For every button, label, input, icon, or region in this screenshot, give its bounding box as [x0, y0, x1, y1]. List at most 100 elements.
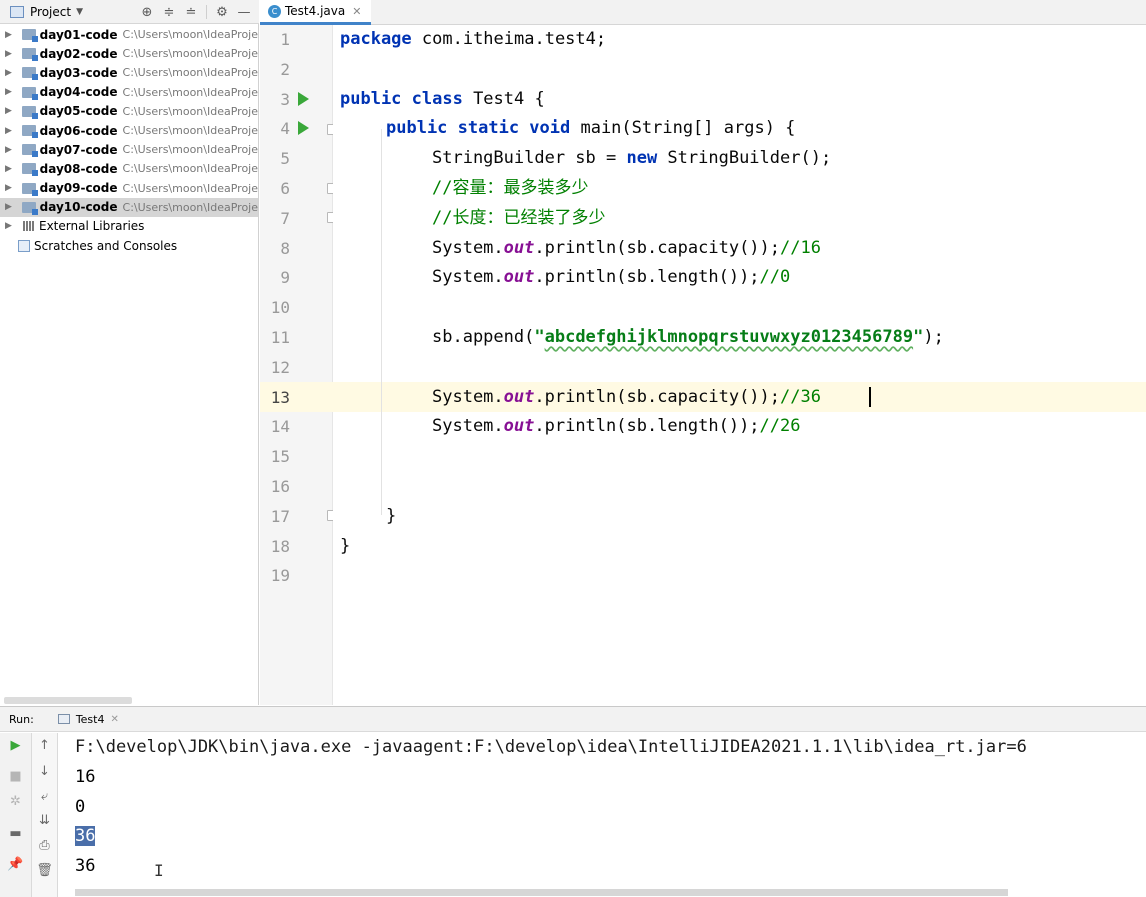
chevron-right-icon[interactable]: ▶: [5, 202, 17, 212]
tree-item-module[interactable]: ▶ day10-code C:\Users\moon\IdeaProje: [0, 197, 258, 217]
tree-item-label: External Libraries: [39, 219, 145, 234]
code-line-1: package com.itheima.test4;: [340, 25, 606, 55]
pin-icon[interactable]: 📌: [0, 854, 31, 876]
module-folder-icon: [21, 105, 38, 119]
layout-icon[interactable]: ▬: [0, 823, 31, 845]
keyword: public class: [340, 88, 463, 109]
run-main-icon[interactable]: [298, 121, 309, 135]
run-class-icon[interactable]: [298, 92, 309, 106]
project-title: Project: [30, 4, 72, 19]
line-number: 18: [270, 536, 290, 556]
module-path: C:\Users\moon\IdeaProje: [122, 181, 258, 195]
stop-icon[interactable]: ■: [0, 766, 31, 788]
code-line-4: public static void main(String[] args) {: [386, 114, 795, 144]
module-folder-icon: [21, 29, 38, 43]
editor-gutter: 1 2 3 4 5 6 7 8 9 10 11 12 13 14 15 16 17 18 19: [260, 25, 338, 705]
project-icon: [10, 5, 24, 18]
debug-icon[interactable]: ✲: [0, 791, 31, 813]
chevron-right-icon[interactable]: ▶: [5, 30, 17, 40]
line-number: 16: [270, 477, 290, 496]
project-toolbar-actions: ⊕ ≑ ≐ ⚙ —: [136, 0, 255, 24]
line-number: 19: [270, 566, 290, 586]
code-line-3: public class Test4 {: [340, 85, 545, 115]
string-literal: abcdefghijklmnopqrstuvwxyz0123456789: [544, 327, 914, 347]
tab-label: Test4.java: [285, 4, 346, 18]
tree-item-external-libraries[interactable]: ▶ External Libraries: [0, 217, 258, 236]
chevron-right-icon[interactable]: ▶: [5, 164, 17, 174]
down-arrow-icon[interactable]: ↓: [32, 761, 57, 783]
chevron-right-icon[interactable]: ▶: [5, 49, 17, 59]
run-panel-header: Run: Test4 ✕: [0, 706, 1146, 732]
module-name: day09-code: [39, 181, 118, 196]
print-icon[interactable]: ⎙: [32, 835, 57, 857]
project-view-selector[interactable]: Project ▼: [0, 5, 83, 19]
tree-item-module[interactable]: ▶ day01-code C:\Users\moon\IdeaProje: [0, 25, 258, 44]
tree-item-module[interactable]: ▶ day06-code C:\Users\moon\IdeaProje: [0, 121, 258, 140]
expand-all-icon[interactable]: ≑: [158, 5, 180, 20]
module-path: C:\Users\moon\IdeaProje: [122, 162, 258, 176]
line-number: 1: [280, 30, 290, 49]
code-line-6: //容量：最多装多少: [432, 178, 589, 198]
run-toolbar-left: ▶ ■ ✲ ▬ 📌: [0, 733, 32, 897]
gear-icon[interactable]: ⚙: [211, 5, 233, 20]
chevron-right-icon[interactable]: ▶: [5, 145, 17, 155]
line-number: 7: [280, 208, 290, 228]
code-editor[interactable]: package com.itheima.test4; public class …: [333, 25, 1146, 705]
line-number: 13: [270, 387, 290, 407]
tree-item-module[interactable]: ▶ day04-code C:\Users\moon\IdeaProje: [0, 83, 258, 102]
code-text: com.itheima.test4;: [411, 29, 607, 49]
close-icon[interactable]: ✕: [110, 714, 118, 725]
toolbar-divider: [206, 5, 207, 19]
locate-icon[interactable]: ⊕: [136, 5, 158, 20]
selected-text: 36: [75, 826, 96, 847]
code-text: Test4 {: [462, 88, 545, 109]
console-output[interactable]: F:\develop\JDK\bin\java.exe -javaagent:F…: [59, 733, 1146, 897]
code-comment: //16: [780, 237, 821, 258]
up-arrow-icon[interactable]: ↑: [32, 735, 57, 757]
chevron-right-icon[interactable]: ▶: [5, 87, 17, 97]
soft-wrap-icon[interactable]: ⤶: [32, 786, 57, 808]
code-line-8: System.out.println(sb.capacity());//16: [432, 234, 821, 264]
chevron-right-icon[interactable]: ▶: [5, 68, 17, 78]
tree-item-scratches[interactable]: Scratches and Consoles: [0, 236, 258, 255]
code-comment: //36: [780, 386, 821, 407]
code-line-7: //长度：已经装了多少: [432, 207, 606, 228]
close-icon[interactable]: ✕: [352, 5, 361, 18]
module-name: day06-code: [39, 123, 118, 138]
chevron-right-icon[interactable]: ▶: [5, 183, 17, 193]
project-horizontal-scrollbar[interactable]: [4, 697, 132, 704]
tree-item-module[interactable]: ▶ day08-code C:\Users\moon\IdeaProje: [0, 159, 258, 178]
collapse-all-icon[interactable]: ≐: [180, 5, 202, 20]
console-output-line: 36: [75, 856, 96, 877]
tree-item-module[interactable]: ▶ day09-code C:\Users\moon\IdeaProje: [0, 179, 258, 198]
run-tab-test4[interactable]: Test4 ✕: [52, 706, 125, 732]
tree-item-module[interactable]: ▶ day07-code C:\Users\moon\IdeaProje: [0, 140, 258, 159]
chevron-right-icon[interactable]: ▶: [5, 126, 17, 136]
string-quote: ": [534, 327, 545, 347]
code-text: System.: [432, 267, 504, 288]
run-toolbar-right: ↑ ↓ ⤶ ⇊ ⎙ 🗑: [32, 733, 58, 897]
module-name: day01-code: [39, 27, 118, 42]
scroll-to-end-icon[interactable]: ⇊: [32, 810, 57, 832]
console-horizontal-scrollbar[interactable]: [75, 889, 1008, 896]
chevron-right-icon[interactable]: ▶: [5, 221, 17, 231]
hide-icon[interactable]: —: [233, 5, 255, 20]
static-field: out: [503, 267, 535, 288]
line-number: 2: [280, 59, 290, 79]
line-number: 8: [280, 238, 290, 258]
module-path: C:\Users\moon\IdeaProje: [122, 28, 258, 42]
line-number: 11: [270, 328, 290, 347]
run-icon[interactable]: ▶: [0, 735, 31, 757]
chevron-down-icon: ▼: [76, 6, 83, 17]
tree-item-module[interactable]: ▶ day03-code C:\Users\moon\IdeaProje: [0, 63, 258, 82]
trash-icon[interactable]: 🗑: [32, 860, 57, 882]
tree-item-module[interactable]: ▶ day02-code C:\Users\moon\IdeaProje: [0, 44, 258, 63]
code-text: System.: [432, 416, 504, 437]
chevron-right-icon[interactable]: ▶: [5, 106, 17, 116]
code-line-17: }: [386, 505, 397, 526]
library-icon: [23, 221, 35, 232]
line-number: 15: [270, 447, 290, 467]
tree-item-module[interactable]: ▶ day05-code C:\Users\moon\IdeaProje: [0, 102, 258, 121]
module-path: C:\Users\moon\IdeaProje: [122, 66, 258, 80]
tab-test4-java[interactable]: C Test4.java ✕: [260, 0, 372, 25]
